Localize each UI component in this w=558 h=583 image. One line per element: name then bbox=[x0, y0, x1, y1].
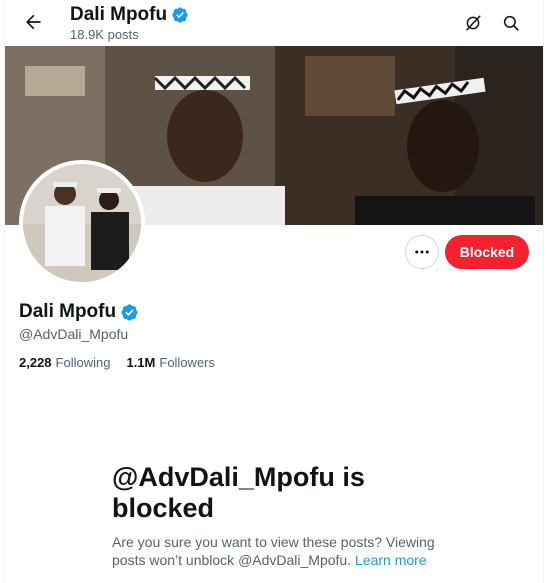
grok-icon bbox=[466, 15, 481, 31]
back-button[interactable] bbox=[17, 6, 49, 38]
following-label: Following bbox=[55, 355, 111, 370]
search-icon bbox=[503, 15, 519, 31]
verified-badge-icon[interactable] bbox=[120, 303, 139, 322]
profile-name: Dali Mpofu bbox=[19, 301, 117, 322]
more-icon bbox=[415, 250, 429, 254]
profile-page: Dali Mpofu 18.9K posts Blocked Dali Mpof… bbox=[0, 0, 558, 583]
followers-label: Followers bbox=[159, 355, 215, 370]
verified-badge-icon bbox=[172, 7, 188, 23]
followers-count: 1.1M bbox=[126, 355, 156, 370]
profile-handle: @AdvDali_Mpofu bbox=[19, 326, 129, 342]
following-count: 2,228 bbox=[19, 355, 52, 370]
followers-link[interactable]: 1.1M Followers bbox=[126, 355, 215, 370]
profile-name-row: Dali Mpofu bbox=[19, 301, 139, 323]
blocked-button[interactable]: Blocked bbox=[445, 235, 529, 269]
column-border-right bbox=[543, 0, 544, 583]
following-link[interactable]: 2,228 Following bbox=[19, 355, 110, 370]
avatar[interactable] bbox=[19, 160, 145, 286]
arrow-left-icon bbox=[26, 14, 41, 30]
search-button[interactable] bbox=[495, 7, 527, 39]
grok-button[interactable] bbox=[457, 7, 489, 39]
posts-count: 18.9K posts bbox=[70, 27, 139, 42]
more-options-button[interactable] bbox=[405, 235, 439, 269]
avatar-photo bbox=[23, 164, 141, 282]
profile-header: Dali Mpofu 18.9K posts bbox=[5, 0, 543, 45]
header-title-block: Dali Mpofu 18.9K posts bbox=[70, 4, 189, 43]
blocked-notice-title: @AdvDali_Mpofu is blocked bbox=[112, 462, 365, 523]
header-title: Dali Mpofu bbox=[70, 4, 168, 25]
learn-more-link[interactable]: Learn more bbox=[355, 552, 427, 568]
follow-stats: 2,228 Following 1.1M Followers bbox=[19, 355, 215, 370]
blocked-notice-body: Are you sure you want to view these post… bbox=[112, 533, 442, 569]
